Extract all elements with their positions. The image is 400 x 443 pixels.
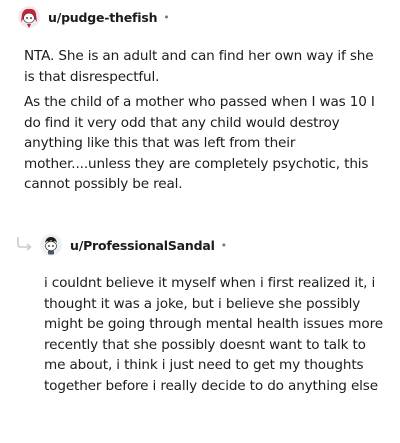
snoo-avatar-black-hair-icon[interactable] [40, 234, 62, 256]
separator-dot: • [163, 10, 170, 24]
snoo-avatar-red-hair-icon[interactable] [18, 6, 40, 28]
reply-arrow-icon [16, 235, 34, 251]
reply-author-row: u/ProfessionalSandal • [40, 232, 227, 258]
reply-username[interactable]: u/ProfessionalSandal [70, 238, 215, 253]
reply-text: i couldnt believe it myself when i first… [44, 275, 383, 394]
comment-paragraph-2: As the child of a mother who passed when… [24, 94, 375, 192]
separator-dot: • [220, 238, 228, 252]
comment-paragraph-1: NTA. She is an adult and can find her ow… [24, 48, 374, 85]
comment-username[interactable]: u/pudge-thefish [48, 10, 157, 25]
comment-author-row: u/pudge-thefish • [18, 4, 170, 30]
